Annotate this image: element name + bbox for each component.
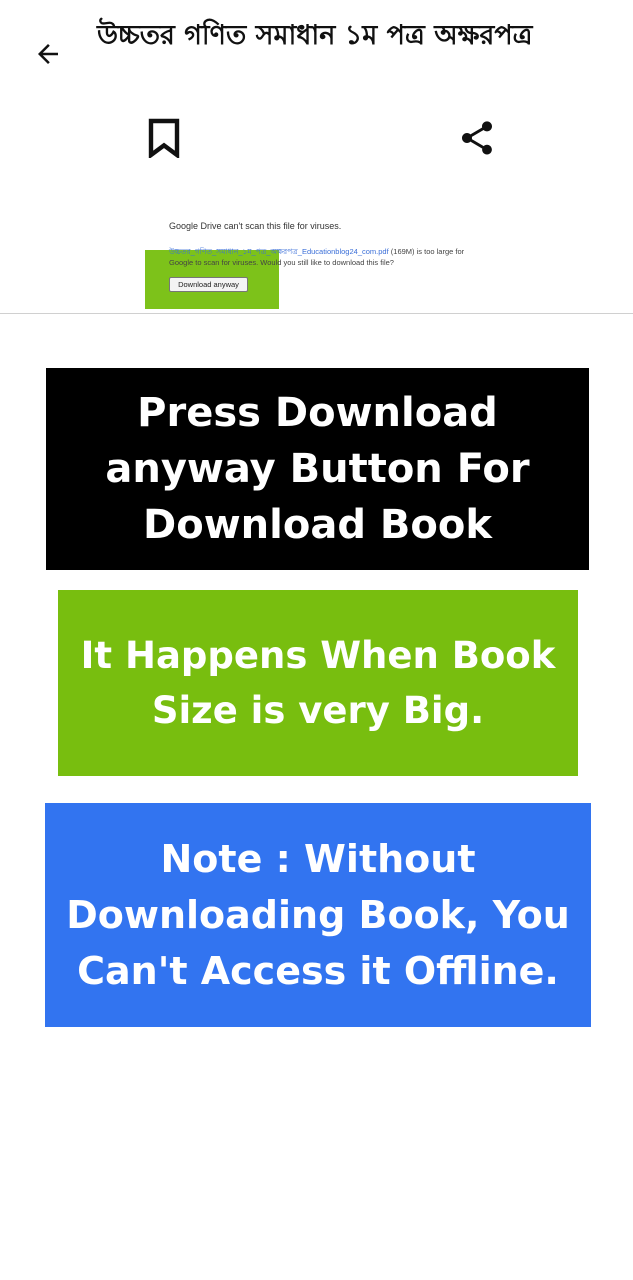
divider <box>0 313 633 314</box>
share-icon <box>457 116 497 164</box>
file-size-info: উচ্চতর_গণিত_সমাধান_১ম_পত্র_অক্ষরপত্র_Edu… <box>169 246 469 268</box>
instruction-banner-black: Press Download anyway Button For Downloa… <box>46 368 589 570</box>
arrow-left-icon <box>33 39 63 73</box>
instruction-banner-blue: Note : Without Downloading Book, You Can… <box>45 803 591 1027</box>
app-bar: উচ্চতর গণিত সমাধান ১ম পত্র অক্ষরপত্র <box>0 0 633 180</box>
back-button[interactable] <box>22 30 74 82</box>
bookmark-icon <box>147 118 181 162</box>
share-button[interactable] <box>449 112 505 168</box>
virus-scan-message: Google Drive can't scan this file for vi… <box>169 221 342 231</box>
file-name-link[interactable]: উচ্চতর_গণিত_সমাধান_১ম_পত্র_অক্ষরপত্র_Edu… <box>169 247 389 256</box>
page-title: উচ্চতর গণিত সমাধান ১ম পত্র অক্ষরপত্র <box>97 20 533 51</box>
download-anyway-button[interactable]: Download anyway <box>169 277 248 292</box>
drive-warning-image: Google Drive can't scan this file for vi… <box>0 196 633 312</box>
bookmark-button[interactable] <box>136 112 192 168</box>
instruction-banner-green: It Happens When Book Size is very Big. <box>58 590 578 776</box>
